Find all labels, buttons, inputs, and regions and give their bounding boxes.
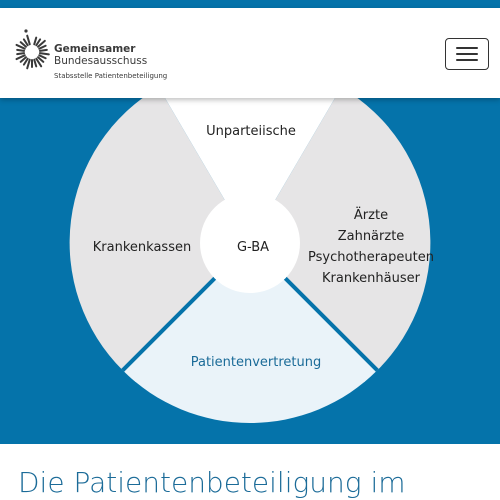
- menu-toggle-button[interactable]: [445, 38, 489, 70]
- label-krankenkassen: Krankenkassen: [93, 240, 191, 255]
- label-patientenvertretung: Patientenvertretung: [191, 355, 322, 370]
- top-strip: [0, 0, 500, 8]
- label-psychotherapeuten: Psychotherapeuten: [308, 250, 434, 265]
- label-unparteiische: Unparteiische: [206, 124, 296, 139]
- gba-logo-icon[interactable]: [12, 28, 52, 72]
- page-heading: Die Patientenbeteiligung im: [18, 466, 406, 499]
- label-zahnaerzte: Zahnärzte: [338, 229, 405, 244]
- logo-tagline: Stabsstelle Patientenbeteiligung: [54, 72, 168, 80]
- label-aerzte: Ärzte: [354, 207, 388, 223]
- logo-subtitle: Bundesausschuss: [54, 55, 148, 67]
- logo-title: Gemeinsamer: [54, 43, 136, 55]
- label-krankenhaeuser: Krankenhäuser: [322, 271, 421, 286]
- center-label: G-BA: [237, 240, 269, 255]
- site-header: Gemeinsamer Bundesausschuss Stabsstelle …: [0, 8, 500, 98]
